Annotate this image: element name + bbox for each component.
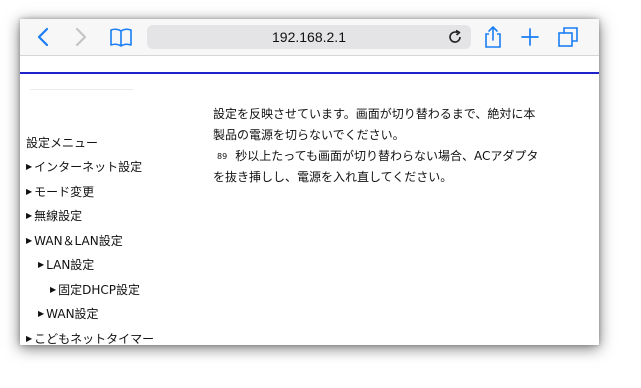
menu-item-label: こどもネットタイマー	[34, 331, 155, 346]
menu-item-mode[interactable]: ▶ モード変更	[26, 180, 154, 205]
countdown-seconds: 89	[217, 152, 228, 161]
triangle-right-icon: ▶	[26, 211, 33, 220]
message-line: を抜き挿しし、電源を入れ直してください。	[213, 170, 453, 184]
menu-item-label: インターネット設定	[34, 160, 143, 174]
menu-item-wireless[interactable]: ▶ 無線設定	[26, 204, 154, 229]
message-line: 製品の電源を切らないでください。	[213, 128, 405, 142]
menu-item-kids-timer[interactable]: ▶ こどもネットタイマー	[26, 327, 154, 346]
menu-item-label: WAN設定	[46, 307, 99, 321]
book-icon[interactable]	[108, 19, 134, 55]
triangle-right-icon: ▶	[26, 235, 33, 245]
chevron-left-icon[interactable]	[32, 19, 54, 55]
chevron-right-icon[interactable]	[70, 19, 92, 55]
tabs-icon[interactable]	[556, 19, 580, 55]
menu-title: 設定メニュー	[26, 136, 99, 150]
url-text: 192.168.2.1	[272, 29, 346, 45]
menu-item-label: LAN設定	[46, 258, 95, 272]
menu-item-label: モード変更	[34, 184, 95, 199]
address-bar[interactable]: 192.168.2.1	[147, 25, 471, 49]
triangle-right-icon: ▶	[38, 260, 45, 269]
menu-item-internet[interactable]: ▶ インターネット設定	[26, 155, 154, 180]
header-rule	[20, 72, 599, 74]
browser-toolbar: 192.168.2.1	[20, 19, 599, 56]
menu-item-label: 固定DHCP設定	[58, 282, 141, 297]
menu-item-fixed-dhcp[interactable]: ▶ 固定DHCP設定	[26, 278, 154, 303]
divider	[30, 89, 133, 90]
triangle-right-icon: ▶	[26, 333, 33, 343]
menu-item-label: WAN＆LAN設定	[34, 233, 123, 248]
menu-item-wan-lan[interactable]: ▶ WAN＆LAN設定	[26, 229, 154, 254]
message-line: 設定を反映させています。画面が切り替わるまで、絶対に本	[213, 107, 536, 121]
triangle-right-icon: ▶	[26, 162, 33, 171]
share-icon[interactable]	[481, 19, 505, 55]
menu-item-label: 無線設定	[34, 209, 83, 223]
browser-window: 192.168.2.1 設定メニュー ▶ インターネット設定 ▶ モード変更 ▶ 無線…	[20, 19, 599, 345]
triangle-right-icon: ▶	[50, 284, 57, 294]
message-text: 秒以上たっても画面が切り替わらない場合、ACアダプタ	[235, 149, 539, 163]
status-message: 設定を反映させています。画面が切り替わるまで、絶対に本 製品の電源を切らないでく…	[213, 104, 563, 188]
triangle-right-icon: ▶	[26, 186, 33, 196]
settings-menu: 設定メニュー ▶ インターネット設定 ▶ モード変更 ▶ 無線設定 ▶ WAN＆LAN設…	[26, 132, 154, 345]
reload-icon[interactable]	[447, 29, 463, 45]
message-line: 89 秒以上たっても画面が切り替わらない場合、ACアダプタ	[213, 146, 563, 167]
plus-icon[interactable]	[518, 19, 542, 55]
triangle-right-icon: ▶	[38, 309, 45, 318]
menu-item-wan[interactable]: ▶ WAN設定	[26, 302, 154, 327]
menu-item-lan[interactable]: ▶ LAN設定	[26, 253, 154, 278]
